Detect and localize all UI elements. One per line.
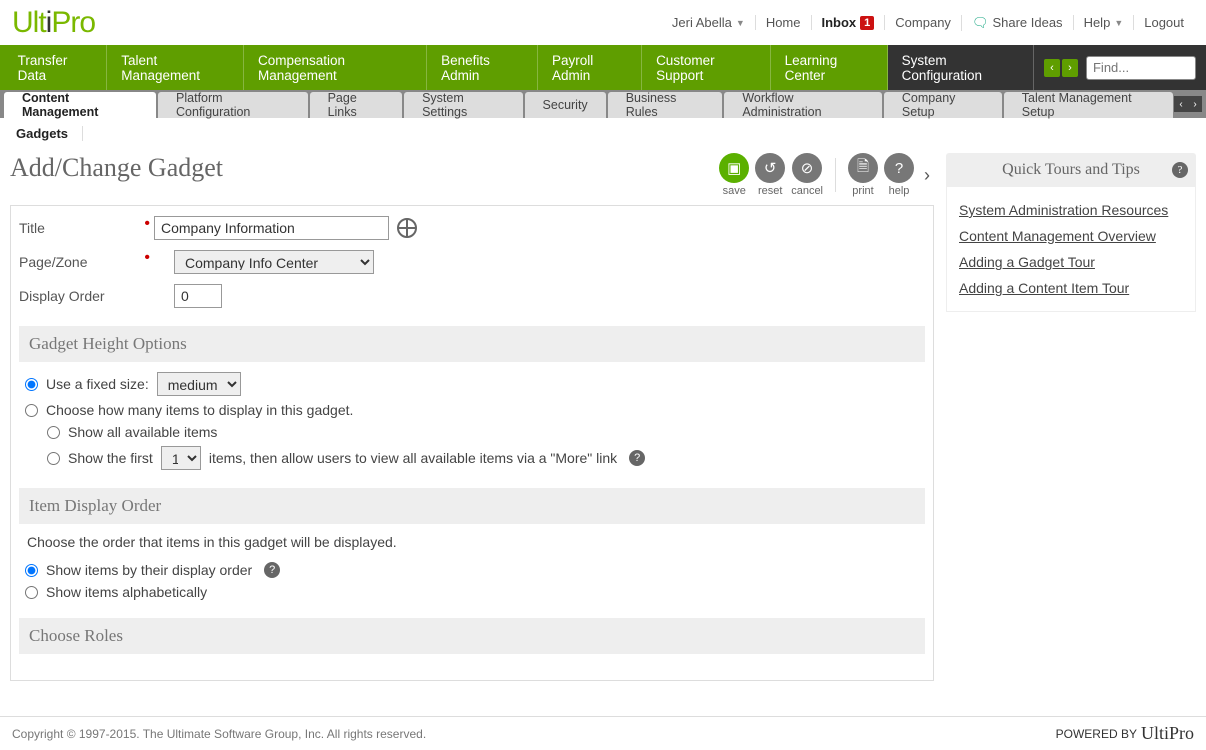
main-nav: Transfer Data Talent Management Compensa…: [0, 45, 1206, 90]
help-button[interactable]: ?help: [884, 153, 914, 197]
order-alpha-label: Show items alphabetically: [46, 584, 207, 600]
help-icon[interactable]: ?: [1172, 162, 1188, 178]
top-links: Jeri Abella ▼ Home Inbox 1 Company 🗨 Sha…: [662, 15, 1194, 31]
nav-benefits[interactable]: Benefits Admin: [427, 45, 538, 90]
cancel-button[interactable]: ⊘cancel: [791, 153, 823, 197]
comment-icon: 🗨: [972, 15, 989, 31]
nav-support[interactable]: Customer Support: [642, 45, 771, 90]
find-input[interactable]: [1086, 56, 1196, 80]
logo: UltiPro: [12, 6, 95, 40]
chevron-right-icon[interactable]: ›: [920, 165, 934, 186]
pagezone-label: Page/Zone: [19, 254, 88, 270]
subnav-talent-setup[interactable]: Talent Management Setup: [1004, 92, 1173, 118]
subnav-security[interactable]: Security: [525, 92, 606, 118]
company-link[interactable]: Company: [884, 15, 961, 30]
print-button[interactable]: 🗎print: [848, 153, 878, 197]
subnav-company-setup[interactable]: Company Setup: [884, 92, 1002, 118]
show-first-radio[interactable]: [47, 452, 60, 465]
item-order-heading: Item Display Order: [19, 488, 925, 524]
help-menu[interactable]: Help ▼: [1073, 15, 1134, 30]
nav-payroll[interactable]: Payroll Admin: [538, 45, 642, 90]
show-first-label-a: Show the first: [68, 450, 153, 466]
item-order-desc: Choose the order that items in this gadg…: [27, 534, 925, 550]
print-icon: 🗎: [848, 153, 878, 183]
side-link-sys-admin[interactable]: System Administration Resources: [959, 197, 1183, 223]
order-display-label: Show items by their display order: [46, 562, 252, 578]
order-display-radio[interactable]: [25, 564, 38, 577]
divider: [835, 158, 836, 192]
side-link-add-gadget[interactable]: Adding a Gadget Tour: [959, 249, 1183, 275]
subnav-content-mgmt[interactable]: Content Management: [4, 92, 156, 118]
help-icon: ?: [884, 153, 914, 183]
help-tooltip-icon[interactable]: ?: [264, 562, 280, 578]
nav-transfer-data[interactable]: Transfer Data: [4, 45, 108, 90]
copyright: Copyright © 1997-2015. The Ultimate Soft…: [12, 727, 426, 741]
title-label: Title: [19, 220, 45, 236]
home-link[interactable]: Home: [755, 15, 811, 30]
nav-prev-icon[interactable]: ‹: [1044, 59, 1060, 77]
powered-by-label: POWERED BY: [1056, 727, 1137, 741]
nav-system-config[interactable]: System Configuration: [888, 45, 1034, 90]
footer: Copyright © 1997-2015. The Ultimate Soft…: [0, 716, 1206, 750]
subnav-system-settings[interactable]: System Settings: [404, 92, 522, 118]
fixed-size-radio[interactable]: [25, 378, 38, 391]
form-panel: Title• Page/Zone• Company Info Center Di…: [10, 205, 934, 681]
reset-button[interactable]: ↺reset: [755, 153, 785, 197]
subnav-workflow-admin[interactable]: Workflow Administration: [724, 92, 882, 118]
subnav-next-icon[interactable]: ›: [1188, 96, 1202, 112]
nav-compensation[interactable]: Compensation Management: [244, 45, 427, 90]
choose-items-label: Choose how many items to display in this…: [46, 402, 353, 418]
inbox-badge: 1: [860, 16, 874, 30]
displayorder-input[interactable]: [174, 284, 222, 308]
show-first-label-b: items, then allow users to view all avai…: [209, 450, 617, 466]
context-bar: Gadgets: [0, 118, 1206, 149]
save-button[interactable]: ▣save: [719, 153, 749, 197]
pagezone-select[interactable]: Company Info Center: [174, 250, 374, 274]
subnav-prev-icon[interactable]: ‹: [1174, 96, 1188, 112]
displayorder-label: Display Order: [19, 288, 105, 304]
nav-talent-management[interactable]: Talent Management: [107, 45, 244, 90]
globe-icon[interactable]: [397, 218, 417, 238]
order-alpha-radio[interactable]: [25, 586, 38, 599]
context-gadgets[interactable]: Gadgets: [16, 126, 83, 141]
inbox-link[interactable]: Inbox 1: [811, 15, 885, 30]
nav-learning[interactable]: Learning Center: [771, 45, 888, 90]
nav-next-icon[interactable]: ›: [1062, 59, 1078, 77]
footer-logo: UltiPro: [1141, 723, 1194, 744]
top-bar: UltiPro Jeri Abella ▼ Home Inbox 1 Compa…: [0, 0, 1206, 45]
show-first-select[interactable]: 1: [161, 446, 201, 470]
subnav-business-rules[interactable]: Business Rules: [608, 92, 723, 118]
logout-link[interactable]: Logout: [1133, 15, 1194, 30]
caret-down-icon: ▼: [1114, 18, 1123, 28]
page-title: Add/Change Gadget: [10, 153, 223, 183]
fixed-size-select[interactable]: medium: [157, 372, 241, 396]
choose-roles-heading: Choose Roles: [19, 618, 925, 654]
title-input[interactable]: [154, 216, 389, 240]
side-link-add-content[interactable]: Adding a Content Item Tour: [959, 275, 1183, 301]
reset-icon: ↺: [755, 153, 785, 183]
show-all-radio[interactable]: [47, 426, 60, 439]
show-all-label: Show all available items: [68, 424, 217, 440]
subnav-page-links[interactable]: Page Links: [310, 92, 402, 118]
quick-tours-heading: Quick Tours and Tips ?: [946, 153, 1196, 187]
subnav-platform-config[interactable]: Platform Configuration: [158, 92, 308, 118]
help-tooltip-icon[interactable]: ?: [629, 450, 645, 466]
side-link-content-overview[interactable]: Content Management Overview: [959, 223, 1183, 249]
caret-down-icon: ▼: [736, 18, 745, 28]
height-options-heading: Gadget Height Options: [19, 326, 925, 362]
nav-right: ‹ ›: [1034, 45, 1206, 90]
share-ideas-link[interactable]: 🗨 Share Ideas: [961, 15, 1073, 31]
fixed-size-label: Use a fixed size:: [46, 376, 149, 392]
user-menu[interactable]: Jeri Abella ▼: [662, 15, 755, 30]
cancel-icon: ⊘: [792, 153, 822, 183]
save-icon: ▣: [719, 153, 749, 183]
choose-items-radio[interactable]: [25, 404, 38, 417]
sub-nav: Content Management Platform Configuratio…: [0, 90, 1206, 118]
action-bar: ▣save ↺reset ⊘cancel 🗎print ?help ›: [719, 153, 934, 197]
quick-tours-box: System Administration Resources Content …: [946, 187, 1196, 312]
